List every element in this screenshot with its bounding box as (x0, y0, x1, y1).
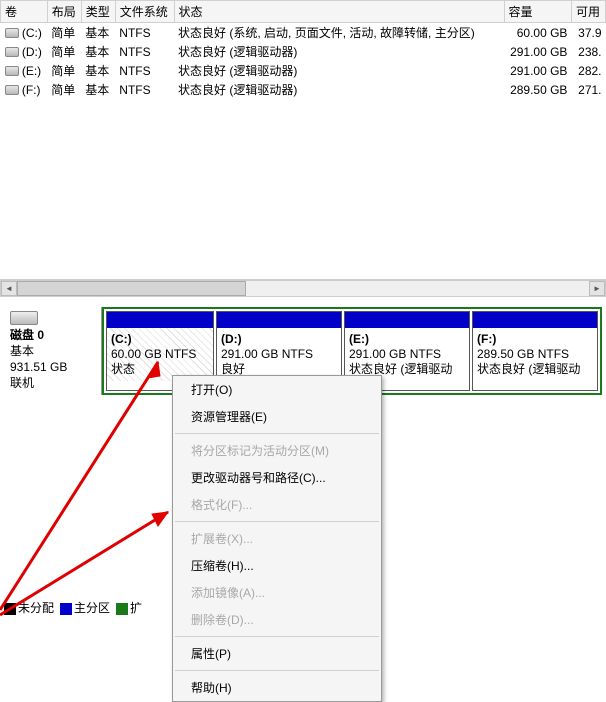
partition-label: (D:) (221, 332, 337, 347)
legend: 未分配 主分区 扩 (4, 599, 142, 616)
partition-size: 289.50 GB NTFS (477, 347, 593, 362)
scroll-thumb[interactable] (17, 281, 246, 296)
partition-label: (F:) (477, 332, 593, 347)
menu-open[interactable]: 打开(O) (173, 376, 381, 403)
disk-size: 931.51 GB (10, 359, 95, 375)
menu-separator (175, 433, 379, 434)
disk-title: 磁盘 0 (10, 327, 95, 343)
context-menu: 打开(O) 资源管理器(E) 将分区标记为活动分区(M) 更改驱动器号和路径(C… (172, 375, 382, 702)
partition-header-bar (345, 312, 469, 328)
menu-separator (175, 521, 379, 522)
disk-info-panel[interactable]: 磁盘 0 基本 931.51 GB 联机 (4, 307, 102, 395)
scroll-right-arrow[interactable]: ► (589, 281, 605, 296)
partition-size: 291.00 GB NTFS (349, 347, 465, 362)
col-capacity[interactable]: 容量 (504, 1, 571, 23)
col-volume[interactable]: 卷 (1, 1, 48, 23)
legend-swatch-ext (116, 603, 128, 615)
volume-icon (5, 85, 19, 95)
legend-swatch-primary (60, 603, 72, 615)
partition-header-bar (107, 312, 213, 328)
menu-help[interactable]: 帮助(H) (173, 674, 381, 701)
legend-swatch-unallocated (4, 603, 16, 615)
table-row[interactable]: (E:) 简单基本NTFS状态良好 (逻辑驱动器) 291.00 GB282. (1, 61, 606, 80)
col-type[interactable]: 类型 (81, 1, 115, 23)
table-row[interactable]: (F:) 简单基本NTFS状态良好 (逻辑驱动器) 289.50 GB271. (1, 80, 606, 99)
partition-status: 状态良好 (逻辑驱动 (477, 362, 593, 377)
menu-format: 格式化(F)... (173, 491, 381, 518)
col-status[interactable]: 状态 (174, 1, 504, 23)
partition-label: (E:) (349, 332, 465, 347)
table-header-row: 卷 布局 类型 文件系统 状态 容量 可用 (1, 1, 606, 23)
menu-extend-volume: 扩展卷(X)... (173, 525, 381, 552)
volume-icon (5, 47, 19, 57)
horizontal-scrollbar[interactable]: ◄ ► (0, 280, 606, 297)
table-row[interactable]: (D:) 简单基本NTFS状态良好 (逻辑驱动器) 291.00 GB238. (1, 42, 606, 61)
volume-icon (5, 28, 19, 38)
scroll-left-arrow[interactable]: ◄ (1, 281, 17, 296)
menu-separator (175, 670, 379, 671)
legend-label: 主分区 (74, 601, 110, 615)
col-layout[interactable]: 布局 (47, 1, 81, 23)
menu-change-letter[interactable]: 更改驱动器号和路径(C)... (173, 464, 381, 491)
volume-icon (5, 66, 19, 76)
table-row[interactable]: (C:) 简单基本NTFS状态良好 (系统, 启动, 页面文件, 活动, 故障转… (1, 23, 606, 43)
menu-add-mirror: 添加镜像(A)... (173, 579, 381, 606)
legend-label: 未分配 (18, 601, 54, 615)
menu-explorer[interactable]: 资源管理器(E) (173, 403, 381, 430)
col-free[interactable]: 可用 (571, 1, 605, 23)
disk-online: 联机 (10, 375, 95, 391)
volume-list: 卷 布局 类型 文件系统 状态 容量 可用 (C:) 简单基本NTFS状态良好 … (0, 0, 606, 280)
partition-header-bar (217, 312, 341, 328)
partition-size: 291.00 GB NTFS (221, 347, 337, 362)
menu-properties[interactable]: 属性(P) (173, 640, 381, 667)
menu-shrink-volume[interactable]: 压缩卷(H)... (173, 552, 381, 579)
disk-type: 基本 (10, 343, 95, 359)
disk-icon (10, 311, 38, 325)
menu-separator (175, 636, 379, 637)
scroll-track[interactable] (17, 281, 589, 296)
menu-mark-active: 将分区标记为活动分区(M) (173, 437, 381, 464)
partition-size: 60.00 GB NTFS (111, 347, 209, 362)
partition-header-bar (473, 312, 597, 328)
partition-label: (C:) (111, 332, 209, 347)
col-fs[interactable]: 文件系统 (115, 1, 174, 23)
menu-delete-volume: 删除卷(D)... (173, 606, 381, 633)
legend-label: 扩 (130, 601, 142, 615)
partition-f[interactable]: (F:) 289.50 GB NTFS 状态良好 (逻辑驱动 (472, 311, 598, 391)
